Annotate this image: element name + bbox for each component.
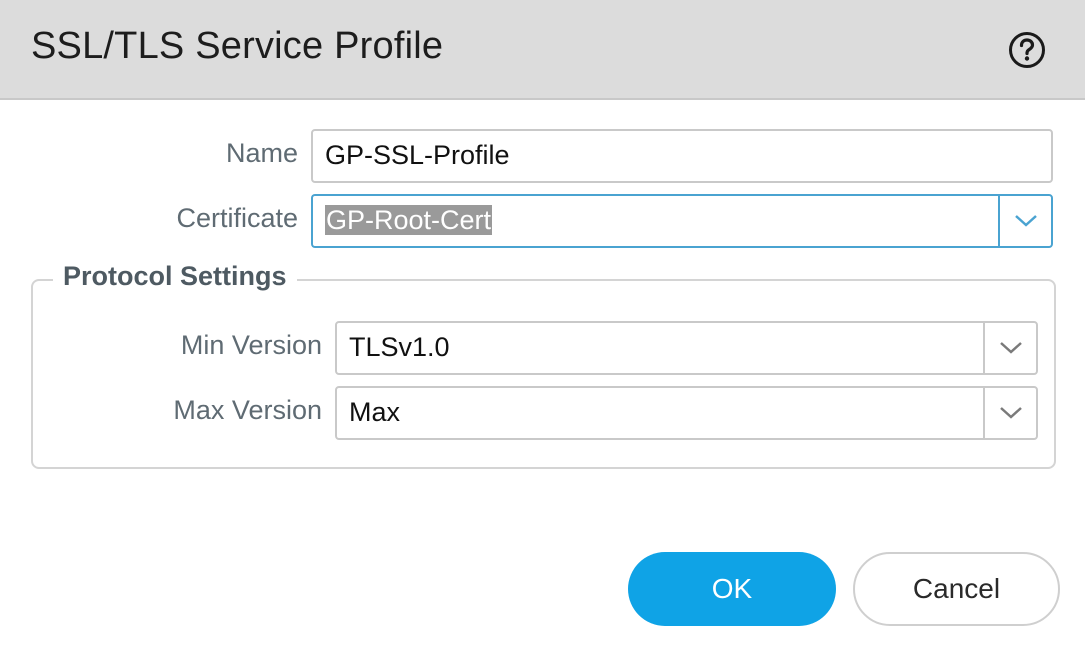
max-version-select[interactable]: Max (335, 386, 985, 440)
help-icon[interactable] (1008, 31, 1046, 69)
chevron-down-icon (999, 407, 1022, 419)
chevron-down-icon (999, 342, 1022, 354)
certificate-selected-value: GP-Root-Cert (325, 205, 493, 235)
dialog-title: SSL/TLS Service Profile (31, 25, 444, 67)
chevron-down-icon (1014, 215, 1037, 227)
certificate-dropdown-button[interactable] (998, 194, 1053, 248)
certificate-select[interactable]: GP-Root-Cert (311, 194, 1001, 248)
certificate-label: Certificate (176, 203, 298, 233)
dialog-header: SSL/TLS Service Profile (0, 0, 1085, 100)
min-version-label: Min Version (180, 330, 322, 360)
name-input[interactable]: GP-SSL-Profile (311, 129, 1053, 183)
ok-button[interactable]: OK (628, 552, 836, 626)
name-label: Name (225, 138, 298, 168)
min-version-select[interactable]: TLSv1.0 (335, 321, 985, 375)
max-version-dropdown-button[interactable] (983, 386, 1038, 440)
protocol-settings-legend: Protocol Settings (53, 261, 297, 292)
max-version-label: Max Version (173, 395, 322, 425)
cancel-button[interactable]: Cancel (853, 552, 1060, 626)
ssl-tls-service-profile-dialog: SSL/TLS Service Profile Name GP-SSL-Prof… (0, 0, 1085, 662)
min-version-dropdown-button[interactable] (983, 321, 1038, 375)
